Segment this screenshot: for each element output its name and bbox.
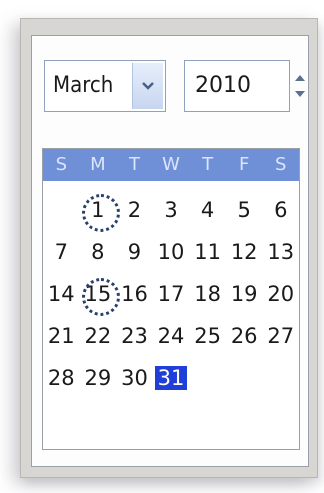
calendar-day-empty	[43, 193, 80, 227]
date-picker-window: March 2010 S M T W T F S 1 2 3 4 5 6 7 8…	[20, 18, 318, 478]
calendar-day[interactable]: 4	[189, 193, 226, 227]
calendar-day[interactable]: 16	[116, 277, 153, 311]
dow-label: T	[128, 154, 140, 175]
dow-label: S	[55, 154, 67, 175]
year-spin-buttons[interactable]	[291, 61, 309, 111]
calendar-day-empty	[262, 361, 299, 395]
calendar-day-empty	[226, 361, 263, 395]
week-row: 21 22 23 24 25 26 27	[43, 315, 299, 357]
calendar-day[interactable]: 17	[153, 277, 190, 311]
calendar-grid: S M T W T F S 1 2 3 4 5 6 7 8 9 10 11 12…	[42, 148, 300, 450]
calendar-day-selected[interactable]: 31	[153, 361, 190, 395]
calendar-day[interactable]: 20	[262, 277, 299, 311]
calendar-day[interactable]: 26	[226, 319, 263, 353]
month-dropdown-button[interactable]	[132, 63, 163, 109]
chevron-up-icon[interactable]	[294, 73, 306, 83]
calendar-day[interactable]: 2	[116, 193, 153, 227]
calendar-day[interactable]: 19	[226, 277, 263, 311]
dow-label: M	[90, 154, 106, 175]
chevron-down-icon[interactable]	[294, 89, 306, 99]
dow-label: F	[239, 154, 250, 175]
calendar-day[interactable]: 11	[189, 235, 226, 269]
calendar-day[interactable]: 29	[80, 361, 117, 395]
week-row: 7 8 9 10 11 12 13	[43, 231, 299, 273]
month-dropdown[interactable]: March	[44, 60, 166, 112]
month-value: March	[53, 73, 114, 98]
week-row: 1 2 3 4 5 6	[43, 189, 299, 232]
day-of-week-header: S M T W T F S	[43, 149, 299, 181]
date-picker-panel: March 2010 S M T W T F S 1 2 3 4 5 6 7 8…	[31, 35, 309, 467]
calendar-day[interactable]: 10	[153, 235, 190, 269]
week-row: 28 29 30 31	[43, 357, 299, 399]
dow-label: S	[275, 154, 287, 175]
dow-label: T	[202, 154, 214, 175]
calendar-day[interactable]: 12	[226, 235, 263, 269]
dow-label: W	[162, 154, 180, 175]
day-grid: 1 2 3 4 5 6 7 8 9 10 11 12 13 14 15 16 1…	[43, 189, 299, 399]
calendar-day-empty	[189, 361, 226, 395]
calendar-day[interactable]: 15	[80, 277, 120, 316]
calendar-day[interactable]: 25	[189, 319, 226, 353]
year-value: 2010	[195, 73, 251, 98]
selected-day-label: 31	[154, 366, 188, 390]
calendar-day[interactable]: 18	[189, 277, 226, 311]
calendar-day[interactable]: 21	[43, 319, 80, 353]
calendar-day[interactable]: 5	[226, 193, 263, 227]
calendar-day[interactable]: 28	[43, 361, 80, 395]
chevron-down-icon	[142, 82, 154, 90]
calendar-day[interactable]: 14	[43, 277, 80, 311]
calendar-day[interactable]: 30	[116, 361, 153, 395]
calendar-day[interactable]: 24	[153, 319, 190, 353]
week-row: 14 15 16 17 18 19 20	[43, 273, 299, 316]
calendar-day[interactable]: 7	[43, 235, 80, 269]
calendar-day[interactable]: 23	[116, 319, 153, 353]
calendar-day[interactable]: 8	[80, 235, 117, 269]
calendar-day[interactable]: 22	[80, 319, 117, 353]
calendar-day[interactable]: 1	[80, 193, 120, 232]
year-spinner[interactable]: 2010	[184, 60, 305, 112]
calendar-day[interactable]: 6	[262, 193, 299, 227]
calendar-day[interactable]: 27	[262, 319, 299, 353]
calendar-day[interactable]: 13	[262, 235, 299, 269]
calendar-day[interactable]: 3	[153, 193, 190, 227]
calendar-day[interactable]: 9	[116, 235, 153, 269]
